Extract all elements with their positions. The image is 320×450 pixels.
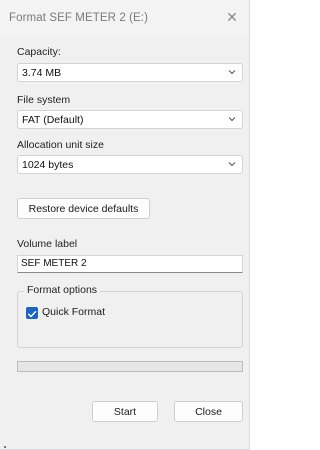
volume-label-label: Volume label [17, 238, 78, 250]
format-dialog: Format SEF METER 2 (E:) ✕ Capacity: 3.74… [0, 0, 250, 450]
restore-defaults-button[interactable]: Restore device defaults [17, 198, 150, 219]
close-icon[interactable]: ✕ [223, 8, 241, 26]
chevron-down-icon [228, 117, 236, 122]
quick-format-checkbox[interactable] [26, 307, 38, 319]
file-system-label: File system [17, 94, 71, 106]
allocation-unit-label: Allocation unit size [17, 139, 104, 151]
format-options-label: Format options [24, 284, 101, 296]
window-title: Format SEF METER 2 (E:) [9, 12, 149, 24]
file-system-value: FAT (Default) [22, 114, 84, 126]
capacity-value: 3.74 MB [22, 67, 62, 79]
close-button[interactable]: Close [174, 401, 243, 422]
start-button[interactable]: Start [92, 401, 158, 422]
chevron-down-icon [228, 162, 236, 167]
format-options-group [17, 291, 243, 348]
checkmark-icon [27, 310, 37, 318]
format-progress-bar [17, 361, 243, 372]
file-system-select[interactable]: FAT (Default) [17, 110, 243, 129]
title-bar: Format SEF METER 2 (E:) ✕ [0, 0, 249, 38]
capacity-select[interactable]: 3.74 MB [17, 63, 243, 82]
allocation-unit-value: 1024 bytes [22, 159, 74, 171]
volume-label-input[interactable]: SEF METER 2 [17, 255, 243, 273]
capacity-label: Capacity: [17, 46, 61, 58]
volume-label-value: SEF METER 2 [21, 258, 87, 269]
resize-grip [4, 446, 6, 448]
allocation-unit-select[interactable]: 1024 bytes [17, 155, 243, 174]
chevron-down-icon [228, 70, 236, 75]
quick-format-label[interactable]: Quick Format [42, 306, 105, 318]
